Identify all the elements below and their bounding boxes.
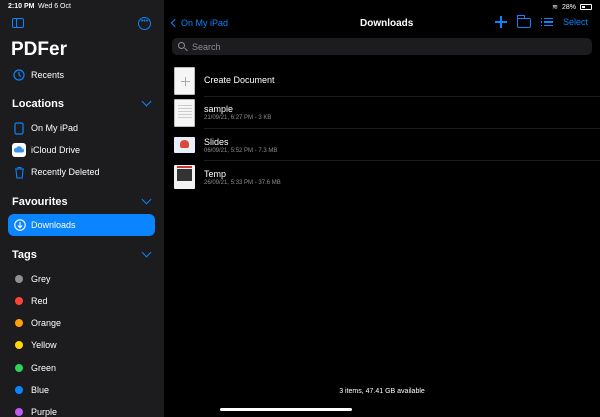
download-icon [13,218,27,232]
status-time: 2:10 PM [8,3,35,10]
status-indicators: ≋ 28% [552,3,592,11]
sidebar-item-label: iCloud Drive [31,145,81,155]
file-name: sample [204,104,234,114]
sidebar-item-label: On My iPad [31,123,79,133]
sidebar-item-label: Downloads [31,220,76,230]
sidebar-item-tag-purple[interactable]: Purple [0,401,164,417]
add-icon[interactable] [494,16,507,28]
section-header-tags: Tags [12,249,37,261]
icloud-icon [12,143,26,157]
tag-color-dot [15,341,23,349]
trash-icon [12,165,26,179]
storage-summary: 3 items, 47.41 GB available [339,388,425,395]
nav-actions: Select [494,15,588,28]
file-meta: 21/09/21, 6:27 PM - 3 KB [204,115,272,121]
file-row-sample[interactable]: sample 21/09/21, 6:27 PM - 3 KB [164,97,600,129]
app-title: PDFer [11,39,67,60]
sidebar-item-label: Blue [31,385,50,395]
slides-thumbnail [174,137,195,153]
file-row-create-document[interactable]: Create Document [164,65,600,97]
list-view-icon[interactable] [540,17,553,28]
sidebar-item-label: Grey [31,274,51,284]
sidebar-item-tag-yellow[interactable]: Yellow [0,334,164,356]
sidebar-item-on-my-ipad[interactable]: On My iPad [0,117,164,139]
search-input[interactable] [192,40,582,53]
sidebar-item-label: Purple [31,407,58,417]
home-indicator[interactable] [220,408,352,411]
file-name: Slides [204,137,229,147]
tag-color-dot [15,386,23,394]
back-button-label: On My iPad [181,18,229,28]
sidebar-toggle-icon[interactable] [12,18,24,28]
tag-color-dot [15,364,23,372]
back-button[interactable]: On My iPad [170,18,228,28]
chevron-left-icon [170,18,180,28]
file-row-temp[interactable]: Temp 26/09/21, 5:33 PM - 37.6 MB [164,161,600,193]
document-thumbnail [174,99,195,127]
status-bar: 2:10 PM Wed 6 Oct ≋ 28% [0,0,600,14]
new-folder-icon[interactable] [516,15,531,28]
clock-icon [12,68,26,82]
sidebar-item-tag-grey[interactable]: Grey [0,268,164,290]
sidebar-item-recently-deleted[interactable]: Recently Deleted [0,161,164,183]
tag-color-dot [15,408,23,416]
status-date: Wed 6 Oct [38,3,71,10]
chevron-down-icon[interactable] [141,247,152,258]
new-document-icon [174,67,195,95]
sidebar-item-downloads[interactable]: Downloads [8,214,155,236]
wifi-icon: ≋ [552,4,558,11]
battery-percent: 28% [561,3,576,11]
navigation-bar: On My iPad Downloads Select [164,14,600,36]
section-header-favourites: Favourites [12,196,68,208]
sidebar-item-label: Green [31,363,57,373]
search-bar[interactable] [172,38,592,55]
more-options-icon[interactable]: ••• [138,17,151,30]
sidebar-item-label: Red [31,296,48,306]
sidebar-item-label: Yellow [31,340,57,350]
sidebar-item-recents[interactable]: Recents [0,64,164,86]
file-name: Temp [204,169,227,179]
sidebar-item-tag-green[interactable]: Green [0,357,164,379]
sidebar-item-label: Recents [31,70,65,80]
file-row-slides[interactable]: Slides 06/09/21, 5:52 PM - 7.3 MB [164,129,600,161]
file-name: Create Document [204,75,275,85]
sidebar: ••• PDFer Recents Locations On My iPad i… [0,0,164,417]
sidebar-item-tag-orange[interactable]: Orange [0,312,164,334]
sidebar-toolbar: ••• [0,14,164,36]
main-content: On My iPad Downloads Select Create Docum… [164,0,600,417]
sidebar-item-label: Recently Deleted [31,167,100,177]
tag-color-dot [15,319,23,327]
select-button[interactable]: Select [563,17,588,27]
chevron-down-icon[interactable] [141,194,152,205]
section-header-locations: Locations [12,98,64,110]
page-title: Downloads [360,18,414,29]
battery-icon [580,4,592,10]
sidebar-item-label: Orange [31,318,62,328]
tag-color-dot [15,275,23,283]
ipad-icon [12,121,26,135]
tag-color-dot [15,297,23,305]
chevron-down-icon[interactable] [141,96,152,107]
sidebar-item-tag-blue[interactable]: Blue [0,379,164,401]
search-icon [178,42,185,49]
sidebar-item-icloud-drive[interactable]: iCloud Drive [0,139,164,161]
temp-thumbnail [174,165,195,189]
file-meta: 26/09/21, 5:33 PM - 37.6 MB [204,180,281,186]
sidebar-item-tag-red[interactable]: Red [0,290,164,312]
file-meta: 06/09/21, 5:52 PM - 7.3 MB [204,148,278,154]
